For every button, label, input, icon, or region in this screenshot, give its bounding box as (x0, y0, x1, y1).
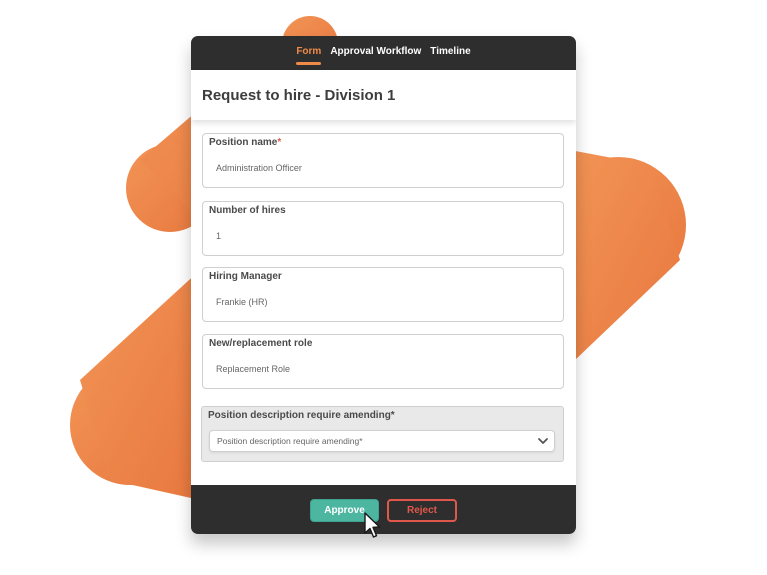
new-replacement-role-field[interactable]: New/replacement role Replacement Role (202, 334, 564, 389)
reject-button[interactable]: Reject (387, 499, 457, 522)
tab-approval-workflow[interactable]: Approval Workflow (330, 46, 421, 58)
form-body: Position name* Administration Officer Nu… (191, 120, 576, 486)
number-of-hires-input[interactable]: 1 (216, 231, 221, 241)
action-footer: Approve Reject (191, 485, 576, 534)
hiring-manager-input[interactable]: Frankie (HR) (216, 297, 268, 307)
tab-bar: Form Approval Workflow Timeline (191, 36, 576, 70)
position-description-select[interactable]: Position description require amending* (209, 430, 555, 452)
required-marker: * (277, 137, 282, 148)
chevron-down-icon[interactable] (537, 436, 549, 446)
tab-form[interactable]: Form (296, 46, 322, 65)
new-replacement-role-input[interactable]: Replacement Role (216, 364, 290, 374)
select-value: Position description require amending* (217, 436, 363, 446)
select-label: Position description require amending* (208, 410, 395, 421)
position-name-input[interactable]: Administration Officer (216, 163, 302, 173)
field-label: Position name* (209, 137, 282, 148)
hiring-manager-field[interactable]: Hiring Manager Frankie (HR) (202, 267, 564, 322)
field-label: Hiring Manager (209, 271, 282, 282)
number-of-hires-field[interactable]: Number of hires 1 (202, 201, 564, 256)
request-card: Form Approval Workflow Timeline Request … (191, 36, 576, 534)
page-title: Request to hire - Division 1 (202, 86, 396, 104)
position-name-field[interactable]: Position name* Administration Officer (202, 133, 564, 188)
mouse-pointer-icon (364, 512, 381, 538)
field-label: New/replacement role (209, 338, 313, 349)
position-description-group: Position description require amending* P… (201, 406, 564, 462)
tab-timeline[interactable]: Timeline (430, 46, 470, 58)
field-label: Number of hires (209, 205, 286, 216)
title-bar: Request to hire - Division 1 (191, 70, 576, 120)
